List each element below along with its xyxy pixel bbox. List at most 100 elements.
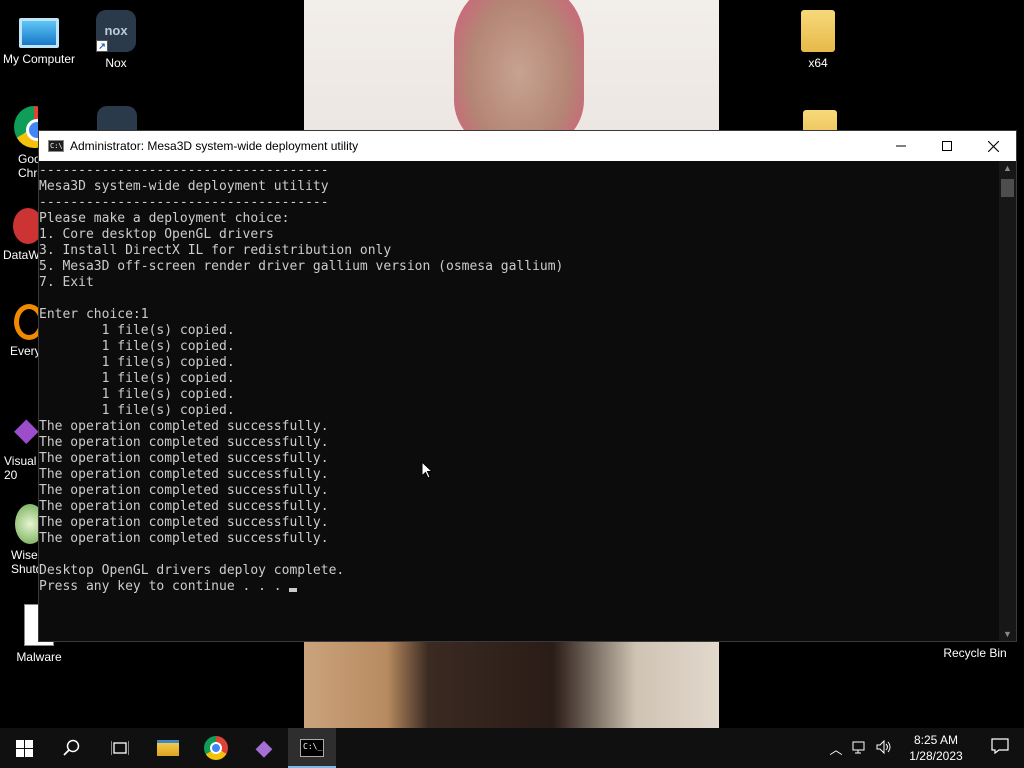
show-hidden-icons-chevron-up-icon[interactable]: ︿ bbox=[824, 739, 848, 758]
clock[interactable]: 8:25 AM 1/28/2023 bbox=[896, 732, 976, 764]
console-line: 7. Exit bbox=[39, 275, 94, 290]
taskbar: ◆ C:\_ ︿ 8:25 AM 1/28/2023 bbox=[0, 728, 1024, 768]
console-line: The operation completed successfully. bbox=[39, 419, 329, 434]
console-line: 1 file(s) copied. bbox=[39, 323, 235, 338]
desktop-icon-label: Every bbox=[10, 344, 38, 358]
console-output[interactable]: ------------------------------------- Mes… bbox=[39, 161, 1001, 641]
chrome-icon bbox=[204, 736, 228, 760]
desktop-icon-nox-multi[interactable] bbox=[96, 106, 138, 130]
scroll-thumb[interactable] bbox=[1001, 179, 1014, 197]
console-line: ------------------------------------- bbox=[39, 195, 329, 210]
command-prompt-icon: C:\_ bbox=[300, 739, 324, 757]
console-line: 1. Core desktop OpenGL drivers bbox=[39, 227, 274, 242]
console-line: 5. Mesa3D off-screen render driver galli… bbox=[39, 259, 564, 274]
console-line: Please make a deployment choice: bbox=[39, 211, 290, 226]
console-line: 1 file(s) copied. bbox=[39, 403, 235, 418]
vertical-scrollbar[interactable]: ▲ ▼ bbox=[999, 161, 1016, 641]
computer-icon bbox=[19, 18, 59, 48]
desktop-icon-label: DataW bbox=[3, 248, 38, 262]
console-line: Enter choice:1 bbox=[39, 307, 149, 322]
app-icon bbox=[13, 208, 38, 244]
console-line: Mesa3D system-wide deployment utility bbox=[39, 179, 329, 194]
folder-icon bbox=[801, 10, 835, 52]
console-titlebar[interactable]: C:\ Administrator: Mesa3D system-wide de… bbox=[39, 131, 1016, 161]
wallpaper-bottom bbox=[304, 640, 719, 728]
taskbar-chrome[interactable] bbox=[192, 728, 240, 768]
desktop-icon-folder-2[interactable] bbox=[802, 110, 838, 130]
maximize-button[interactable] bbox=[924, 131, 970, 161]
desktop-icon-x64[interactable]: x64 bbox=[780, 10, 856, 70]
console-line: The operation completed successfully. bbox=[39, 483, 329, 498]
desktop-icon-label: x64 bbox=[808, 56, 828, 70]
desktop-icon-wise-shutdown[interactable]: Wise Shutd bbox=[0, 504, 38, 576]
action-center-button[interactable] bbox=[976, 737, 1024, 759]
desktop-icon-visual-studio[interactable]: ◆ Visual 20 bbox=[0, 408, 38, 482]
wallpaper-person bbox=[454, 0, 584, 150]
chrome-icon bbox=[14, 106, 38, 148]
windows-logo-icon bbox=[15, 739, 33, 757]
scroll-down-icon[interactable]: ▼ bbox=[999, 627, 1016, 641]
minimize-button[interactable] bbox=[878, 131, 924, 161]
maximize-icon bbox=[942, 141, 952, 151]
taskbar-command-prompt[interactable]: C:\_ bbox=[288, 728, 336, 768]
minimize-icon bbox=[896, 145, 906, 147]
search-button[interactable] bbox=[48, 728, 96, 768]
taskbar-file-explorer[interactable] bbox=[144, 728, 192, 768]
console-window[interactable]: C:\ Administrator: Mesa3D system-wide de… bbox=[38, 130, 1017, 642]
console-line: The operation completed successfully. bbox=[39, 451, 329, 466]
desktop-icon-label: Recycle Bin bbox=[943, 646, 1007, 660]
console-line: The operation completed successfully. bbox=[39, 499, 329, 514]
clock-time: 8:25 AM bbox=[913, 733, 959, 747]
close-button[interactable] bbox=[970, 131, 1016, 161]
desktop-icon-google-chrome[interactable]: Goo Chro bbox=[0, 106, 38, 180]
clock-date: 1/28/2023 bbox=[909, 749, 963, 763]
console-app-icon[interactable]: C:\ bbox=[48, 140, 64, 152]
desktop-icon-label: Goo Chro bbox=[18, 152, 38, 180]
console-line: Press any key to continue . . . bbox=[39, 579, 1001, 595]
shortcut-arrow-icon: ↗ bbox=[96, 40, 108, 52]
search-icon bbox=[63, 739, 80, 756]
window-title: Administrator: Mesa3D system-wide deploy… bbox=[70, 139, 359, 153]
nox-icon: nox ↗ bbox=[96, 10, 136, 52]
scroll-up-icon[interactable]: ▲ bbox=[999, 161, 1016, 175]
file-explorer-icon bbox=[157, 740, 179, 756]
console-line: 3. Install DirectX IL for redistribution… bbox=[39, 243, 392, 258]
console-line: Desktop OpenGL drivers deploy complete. bbox=[39, 563, 345, 578]
visual-studio-icon: ◆ bbox=[255, 735, 273, 760]
task-view-button[interactable] bbox=[96, 728, 144, 768]
console-line: The operation completed successfully. bbox=[39, 531, 329, 546]
folder-icon bbox=[803, 110, 837, 130]
desktop-icon-nox[interactable]: nox ↗ Nox bbox=[78, 10, 154, 70]
console-line: 1 file(s) copied. bbox=[39, 371, 235, 386]
notification-icon bbox=[991, 737, 1009, 754]
console-line: The operation completed successfully. bbox=[39, 435, 329, 450]
shutdown-app-icon bbox=[15, 504, 38, 544]
taskbar-visual-studio[interactable]: ◆ bbox=[240, 728, 288, 768]
search-app-icon bbox=[14, 304, 38, 340]
desktop-icon-label: Visual 20 bbox=[4, 454, 37, 482]
console-line: 1 file(s) copied. bbox=[39, 339, 235, 354]
console-line: The operation completed successfully. bbox=[39, 467, 329, 482]
console-line: 1 file(s) copied. bbox=[39, 387, 235, 402]
volume-icon[interactable] bbox=[872, 739, 896, 757]
console-line: The operation completed successfully. bbox=[39, 515, 329, 530]
desktop-icon-dataw[interactable]: DataW bbox=[0, 208, 38, 262]
task-view-icon bbox=[111, 741, 129, 755]
console-line: ------------------------------------- bbox=[39, 163, 329, 178]
close-icon bbox=[987, 140, 999, 152]
desktop-icon-label: Nox bbox=[105, 56, 127, 70]
mouse-pointer-icon bbox=[421, 461, 433, 479]
text-cursor bbox=[289, 588, 298, 592]
desktop-icon-my-computer[interactable]: My Computer bbox=[1, 10, 77, 66]
start-button[interactable] bbox=[0, 728, 48, 768]
console-line: 1 file(s) copied. bbox=[39, 355, 235, 370]
system-tray: ︿ 8:25 AM 1/28/2023 bbox=[824, 728, 1024, 768]
desktop-icon-everything[interactable]: Every bbox=[0, 304, 38, 358]
visual-studio-icon: ◆ bbox=[14, 411, 38, 447]
desktop-icon-label: Wise Shutd bbox=[11, 548, 38, 576]
nox-icon bbox=[97, 106, 137, 130]
network-icon[interactable] bbox=[848, 740, 872, 757]
desktop-icon-label: Malware bbox=[16, 650, 62, 664]
